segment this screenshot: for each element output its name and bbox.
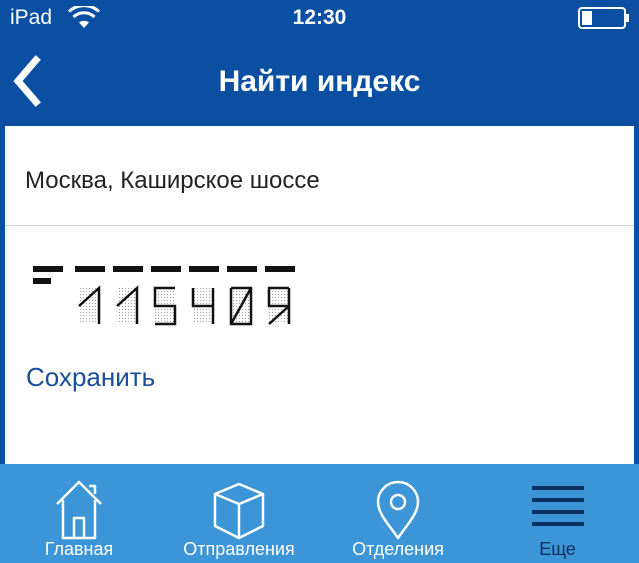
clock-time: 12:30 — [292, 6, 347, 29]
postcode-digit-bar — [75, 266, 105, 272]
menu-icon — [531, 486, 584, 526]
postcode-digit-cell — [79, 288, 99, 324]
tab-label: Еще — [539, 539, 576, 559]
tab-bar: Главная Отправления Отделения Еще — [0, 464, 639, 563]
postcode-digit-bar — [151, 266, 181, 272]
content-panel: Москва, Каширское шоссе Сохранить — [5, 126, 634, 466]
postcode-digit-bar — [189, 266, 219, 272]
postcode-marker — [33, 278, 51, 284]
postcode-display — [33, 266, 295, 326]
parcel-box-icon — [213, 482, 265, 540]
tab-shipments[interactable]: Отправления — [158, 464, 320, 563]
battery-icon — [578, 7, 629, 29]
home-icon — [56, 480, 102, 540]
tab-offices[interactable]: Отделения — [320, 464, 476, 563]
app-screen: iPad 12:30 Найти индекс Москва, Каширско… — [0, 0, 639, 563]
address-text: Москва, Каширское шоссе — [25, 167, 320, 194]
postcode-digit-bar — [265, 266, 295, 272]
postcode-marker — [33, 266, 63, 272]
postcode-digit-cell — [117, 288, 137, 324]
status-bar: iPad 12:30 — [0, 0, 639, 38]
tab-home[interactable]: Главная — [0, 464, 158, 563]
address-row[interactable]: Москва, Каширское шоссе — [5, 126, 634, 226]
tab-more[interactable]: Еще — [476, 464, 639, 563]
save-button[interactable]: Сохранить — [26, 360, 155, 394]
page-title: Найти индекс — [218, 65, 421, 98]
map-pin-icon — [376, 480, 420, 540]
postcode-digit-bar — [227, 266, 257, 272]
navigation-bar: Найти индекс — [0, 38, 639, 124]
postcode-digits — [75, 266, 295, 326]
postcode-digit-bar — [113, 266, 143, 272]
